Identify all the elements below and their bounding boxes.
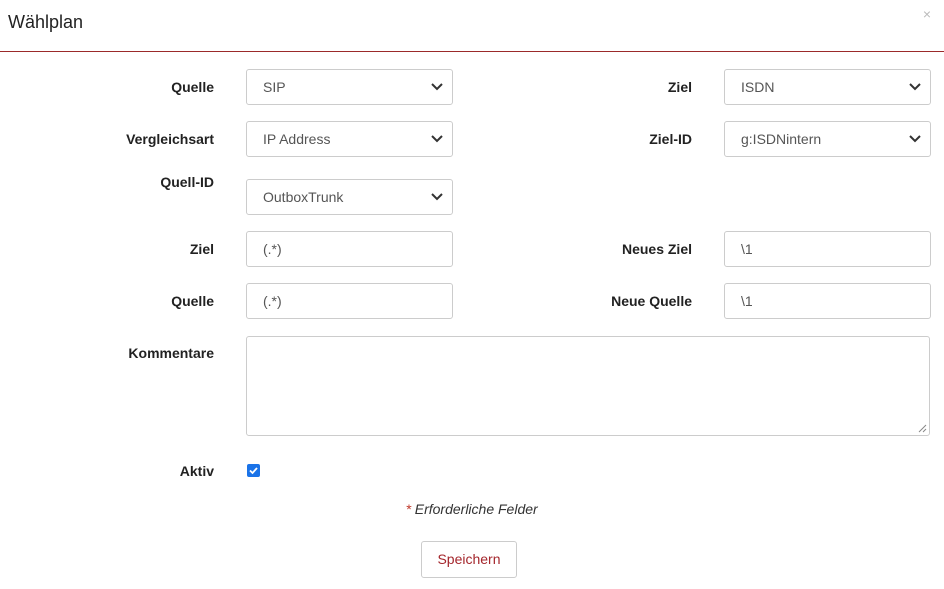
quelle-select[interactable]: SIP (246, 69, 453, 105)
quell-id-select[interactable]: OutboxTrunk (246, 179, 453, 215)
neue-quelle-label: Neue Quelle (611, 293, 692, 309)
ziel-id-select-value: g:ISDNintern (741, 131, 822, 147)
quelle-select-value: SIP (263, 79, 286, 95)
chevron-down-icon (909, 135, 921, 143)
kommentare-label: Kommentare (128, 345, 214, 361)
chevron-down-icon (431, 193, 443, 201)
neues-ziel-label: Neues Ziel (621, 241, 692, 257)
aktiv-label: Aktiv (179, 463, 214, 479)
ziel-input-label: Ziel (189, 241, 214, 257)
dialog-title: Wählplan (8, 12, 84, 32)
kommentare-textarea[interactable] (246, 336, 930, 436)
dialog-header: Wählplan × (0, 0, 944, 52)
required-fields-note: * Erforderliche Felder (0, 501, 944, 517)
aktiv-checkbox[interactable] (247, 464, 260, 477)
close-icon[interactable]: × (923, 6, 931, 22)
quelle-input-label: Quelle (171, 293, 214, 309)
neues-ziel-input-value: \1 (741, 241, 753, 257)
vergleichsart-select[interactable]: IP Address (246, 121, 453, 157)
neue-quelle-input[interactable]: \1 (724, 283, 931, 319)
ziel-id-label: Ziel-ID (649, 131, 692, 147)
quell-id-select-value: OutboxTrunk (263, 189, 344, 205)
neue-quelle-input-value: \1 (741, 293, 753, 309)
required-fields-text: Erforderliche Felder (414, 501, 538, 517)
ziel-select-label: Ziel (667, 79, 692, 95)
ziel-input[interactable]: (.*) (246, 231, 453, 267)
chevron-down-icon (909, 83, 921, 91)
checkmark-icon (249, 467, 258, 475)
save-button[interactable]: Speichern (421, 541, 517, 578)
vergleichsart-label: Vergleichsart (126, 131, 214, 147)
ziel-select[interactable]: ISDN (724, 69, 931, 105)
ziel-id-select[interactable]: g:ISDNintern (724, 121, 931, 157)
ziel-input-value: (.*) (263, 241, 282, 257)
neues-ziel-input[interactable]: \1 (724, 231, 931, 267)
resize-grip-icon[interactable] (918, 424, 927, 433)
quelle-input-value: (.*) (263, 293, 282, 309)
chevron-down-icon (431, 135, 443, 143)
quelle-label: Quelle (171, 79, 214, 95)
vergleichsart-select-value: IP Address (263, 131, 331, 147)
chevron-down-icon (431, 83, 443, 91)
quell-id-label: Quell-ID (160, 174, 214, 190)
required-star: * (406, 501, 412, 517)
ziel-select-value: ISDN (741, 79, 775, 95)
quelle-input[interactable]: (.*) (246, 283, 453, 319)
